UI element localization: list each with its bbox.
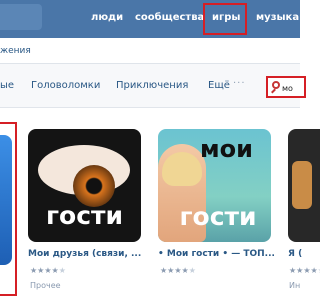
- tile-caption-bottom: гости: [179, 202, 257, 231]
- girl-hair: [162, 152, 202, 186]
- category-tab-adventures[interactable]: Приключения: [116, 80, 188, 91]
- star-icon: ★: [51, 266, 59, 275]
- app-category-friends: Прочее: [30, 281, 61, 290]
- app-rating: ★★★★★: [30, 266, 66, 275]
- app-title-guests[interactable]: • Мои гости • — ТОП...: [158, 249, 275, 259]
- category-tab-partial[interactable]: ые: [0, 80, 14, 91]
- star-icon: ★: [44, 266, 52, 275]
- more-dots-icon[interactable]: ···: [233, 78, 246, 89]
- app-rating: ★★★★★: [160, 266, 196, 275]
- app-tile-third[interactable]: [288, 129, 320, 242]
- search-input[interactable]: [282, 81, 304, 95]
- app-category-third: Ин: [289, 281, 301, 290]
- nav-link-communities[interactable]: сообщества: [135, 12, 204, 23]
- app-image: [292, 161, 312, 209]
- star-icon: ★: [181, 266, 189, 275]
- category-tab-puzzles[interactable]: Головоломки: [31, 80, 100, 91]
- app-tile-guests[interactable]: мои гости: [158, 129, 271, 242]
- category-tab-more[interactable]: Ещё: [208, 80, 230, 91]
- app-title-third[interactable]: Я (: [288, 249, 302, 259]
- star-icon: ★: [58, 266, 66, 275]
- star-icon: ★: [303, 266, 311, 275]
- star-icon: ★: [188, 266, 196, 275]
- search-box[interactable]: [266, 76, 306, 98]
- first-app-highlight-frame: [0, 122, 17, 296]
- app-rating: ★★★★★: [289, 266, 320, 275]
- nav-link-people[interactable]: люди: [91, 12, 123, 23]
- app-tile-friends[interactable]: гости: [28, 129, 141, 242]
- magnifier-icon: [272, 81, 280, 89]
- app-title-friends[interactable]: Мои друзья (связи, ...: [28, 249, 141, 259]
- tile-caption-top: мои: [200, 135, 253, 163]
- top-header: люди сообщества игры музыка: [0, 0, 300, 38]
- nav-link-music[interactable]: музыка: [256, 12, 299, 23]
- star-icon: ★: [174, 266, 182, 275]
- star-icon: ★: [310, 266, 318, 275]
- games-highlight-frame: [203, 3, 247, 35]
- category-bar: ые Головоломки Приключения Ещё ···: [0, 64, 300, 108]
- logo-fragment[interactable]: [0, 4, 42, 30]
- eye-image: [38, 145, 130, 207]
- breadcrumb-link[interactable]: жения: [0, 46, 31, 56]
- breadcrumb: жения: [0, 38, 300, 64]
- tile-caption: гости: [45, 201, 124, 230]
